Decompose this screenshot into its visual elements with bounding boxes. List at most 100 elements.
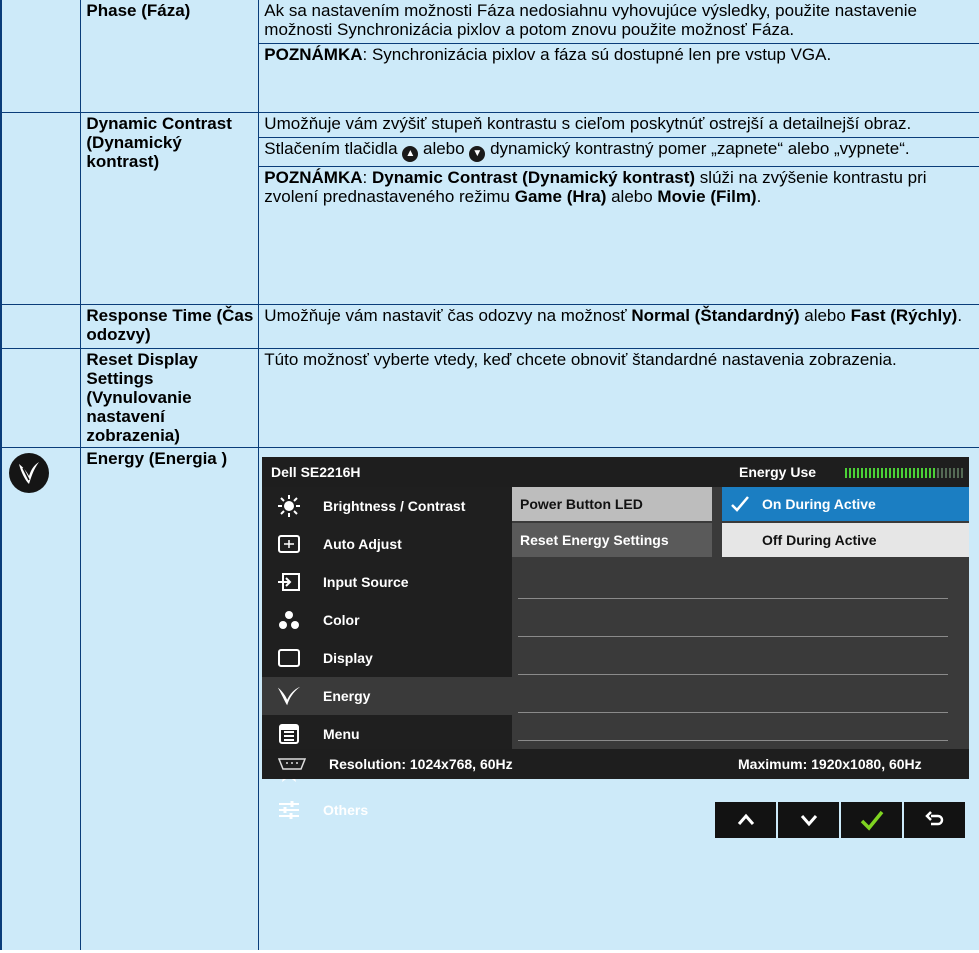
osd-header: Dell SE2216H Energy Use: [262, 457, 969, 487]
row-label-phase: Phase (Fáza): [86, 1, 191, 20]
energy-meter-segment: [853, 468, 855, 478]
energy-meter-segment: [917, 468, 919, 478]
menu-item-others[interactable]: Others: [262, 791, 512, 829]
chevron-up-icon: [737, 813, 754, 825]
menu-item-label: Menu: [323, 726, 360, 742]
row-label-reset-display: Reset Display Settings (Vynulovanie nast…: [86, 349, 198, 445]
energy-meter-segment: [941, 468, 943, 478]
energy-meter-segment: [929, 468, 931, 478]
dynamic-contrast-description: Umožňuje vám zvýšiť stupeň kontrastu s c…: [264, 113, 912, 133]
monitor-buttons: [715, 802, 967, 838]
menu-item-label: Color: [323, 612, 360, 628]
menu-icon: [276, 722, 302, 746]
menu-item-display[interactable]: Display: [262, 639, 512, 677]
menu-item-label: Auto Adjust: [323, 536, 402, 552]
energy-meter-segment: [933, 468, 935, 478]
dynamic-contrast-note: POZNÁMKA: Dynamic Contrast (Dynamický ko…: [264, 167, 927, 206]
energy-meter-segment: [953, 468, 955, 478]
menu-item-menu[interactable]: Menu: [262, 715, 512, 753]
chevron-down-icon: [800, 815, 817, 827]
checkmark-icon: [860, 810, 883, 831]
row-label-dynamic-contrast: Dynamic Contrast (Dynamický kontrast): [86, 113, 232, 171]
vga-connector-icon: [277, 758, 307, 770]
osd-menu-screenshot: Dell SE2216H Energy Use Brightness / Con…: [262, 457, 969, 819]
energy-meter-segment: [845, 468, 847, 478]
energy-meter-segment: [925, 468, 927, 478]
table-row-response-time: Response Time (Čas odozvy) Umožňuje vám …: [0, 303, 979, 348]
monitor-model: Dell SE2216H: [271, 464, 361, 480]
down-button[interactable]: [778, 802, 839, 838]
menu-item-brightness-contrast[interactable]: Brightness / Contrast: [262, 487, 512, 525]
table-row-dynamic-contrast: Dynamic Contrast (Dynamický kontrast) Um…: [0, 111, 979, 304]
energy-meter-segment: [885, 468, 887, 478]
energy-meter-segment: [865, 468, 867, 478]
up-button-icon: ▲: [402, 145, 419, 162]
icon-cell: [0, 0, 82, 112]
menu-item-color[interactable]: Color: [262, 601, 512, 639]
down-button-icon: ▼: [469, 145, 486, 162]
brightness-icon: [276, 494, 302, 518]
energy-meter-segment: [957, 468, 959, 478]
energy-meter-segment: [913, 468, 915, 478]
option-off-during-active[interactable]: Off During Active: [722, 523, 969, 557]
table-row-phase: Phase (Fáza) Ak sa nastavením možnosti F…: [0, 0, 979, 112]
energy-meter-segment: [921, 468, 923, 478]
dynamic-contrast-buttons: Stlačením tlačidla ▲ alebo ▼ dynamický k…: [264, 138, 975, 166]
input-source-icon: [276, 570, 302, 594]
ok-button[interactable]: [841, 802, 902, 838]
submenu-item-power-button-led[interactable]: Power Button LED: [512, 487, 712, 521]
menu-item-energy[interactable]: Energy: [262, 677, 512, 715]
icon-cell: [0, 347, 82, 447]
divider: [518, 712, 948, 713]
document-page: Phase (Fáza) Ak sa nastavením možnosti F…: [0, 0, 979, 953]
divider: [518, 674, 948, 675]
energy-meter-segment: [869, 468, 871, 478]
sliders-icon: [276, 798, 302, 822]
phase-note: POZNÁMKA: Synchronizácia pixlov a fáza s…: [264, 45, 832, 64]
energy-meter-segment: [881, 468, 883, 478]
menu-item-label: Energy: [323, 688, 371, 704]
menu-item-auto-adjust[interactable]: Auto Adjust: [262, 525, 512, 563]
reset-display-description: Túto možnosť vyberte vtedy, keď chcete o…: [264, 349, 897, 369]
display-icon: [276, 646, 302, 670]
energy-meter-segment: [949, 468, 951, 478]
menu-item-label: Others: [323, 802, 369, 818]
energy-meter-segment: [893, 468, 895, 478]
back-button[interactable]: [904, 802, 965, 838]
energy-use-meter: [845, 468, 965, 478]
icon-cell: [0, 111, 82, 304]
menu-item-label: Input Source: [323, 574, 409, 590]
checkmark-icon: [731, 496, 749, 512]
color-icon: [276, 608, 302, 632]
energy-meter-segment: [889, 468, 891, 478]
energy-meter-segment: [961, 468, 963, 478]
divider: [518, 636, 948, 637]
up-button[interactable]: [715, 802, 776, 838]
icon-cell: [0, 303, 82, 348]
energy-meter-segment: [877, 468, 879, 478]
energy-meter-segment: [901, 468, 903, 478]
energy-meter-segment: [873, 468, 875, 478]
row-label-energy: Energy (Energia ): [86, 448, 228, 468]
row-label-response-time: Response Time (Čas odozvy): [86, 305, 254, 344]
energy-meter-segment: [937, 468, 939, 478]
energy-icon: [276, 684, 302, 708]
energy-meter-segment: [909, 468, 911, 478]
maximum-resolution-text: Maximum: 1920x1080, 60Hz: [738, 756, 922, 772]
option-on-during-active[interactable]: On During Active: [722, 487, 969, 521]
submenu-item-reset-energy[interactable]: Reset Energy Settings: [512, 523, 712, 557]
icon-cell: [0, 446, 82, 950]
energy-meter-segment: [849, 468, 851, 478]
energy-meter-segment: [861, 468, 863, 478]
auto-adjust-icon: [276, 532, 302, 556]
menu-item-label: Brightness / Contrast: [323, 498, 466, 514]
menu-item-input-source[interactable]: Input Source: [262, 563, 512, 601]
energy-meter-segment: [857, 468, 859, 478]
response-time-description: Umožňuje vám nastaviť čas odozvy na možn…: [264, 305, 963, 325]
phase-description: Ak sa nastavením možnosti Fáza nedosiahn…: [264, 1, 917, 39]
divider: [518, 740, 948, 741]
osd-main-menu: Brightness / Contrast Auto Adjust Input So…: [262, 487, 512, 819]
energy-meter-segment: [945, 468, 947, 478]
energy-use-label: Energy Use: [739, 464, 817, 480]
table-row-reset-display: Reset Display Settings (Vynulovanie nast…: [0, 347, 979, 447]
